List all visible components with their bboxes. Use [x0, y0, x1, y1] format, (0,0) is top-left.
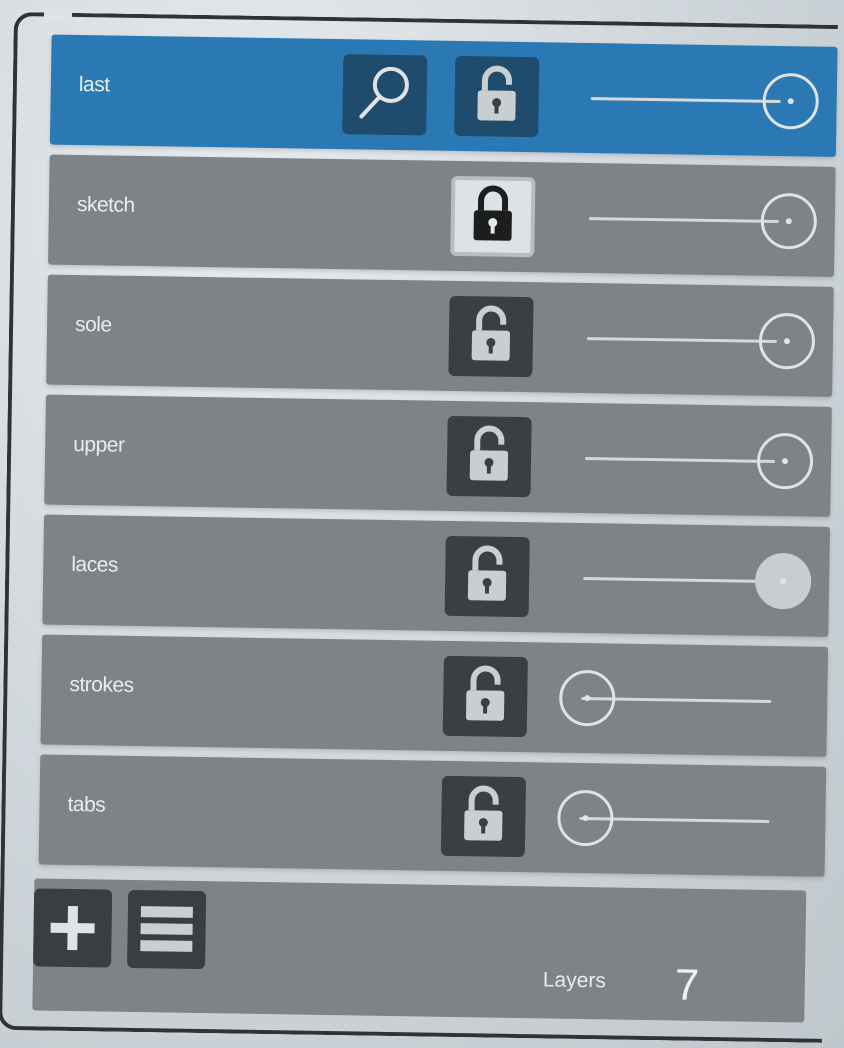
layers-panel: last sketch sole upper laces strokes tabs Laye…	[0, 8, 844, 1048]
slider-knob-center	[781, 458, 789, 465]
lock-toggle-button[interactable]	[444, 535, 530, 618]
lock-open-icon	[459, 542, 516, 612]
layer-row-tabs[interactable]: tabs	[38, 754, 827, 877]
layer-row-upper[interactable]: upper	[44, 394, 832, 517]
layer-name: sketch	[76, 193, 135, 217]
lock-toggle-button[interactable]	[454, 55, 540, 138]
lock-closed-icon	[464, 182, 521, 252]
lock-open-icon	[462, 302, 519, 372]
app-canvas: last sketch sole upper laces strokes tabs Laye…	[0, 0, 844, 1048]
lock-toggle-button[interactable]	[448, 295, 534, 378]
layer-row-sketch[interactable]: sketch	[48, 154, 836, 277]
opacity-slider-track[interactable]	[586, 337, 777, 344]
layer-name: sole	[74, 312, 112, 337]
slider-knob-center	[785, 218, 792, 225]
lock-open-icon	[457, 662, 514, 732]
plus-icon	[50, 905, 95, 951]
layer-name: last	[78, 73, 110, 97]
lock-toggle-button[interactable]	[442, 655, 528, 738]
layers-menu-button[interactable]	[126, 889, 207, 970]
opacity-slider-track[interactable]	[590, 97, 781, 104]
slider-knob-center	[582, 815, 589, 822]
lock-toggle-button[interactable]	[440, 775, 527, 858]
layer-name: strokes	[69, 672, 134, 697]
layers-footer: Layers 7	[32, 878, 807, 1023]
search-button[interactable]	[342, 54, 428, 136]
opacity-slider-track[interactable]	[585, 457, 776, 464]
opacity-slider-track[interactable]	[583, 577, 774, 583]
slider-knob-center	[780, 578, 787, 585]
opacity-slider-track[interactable]	[588, 217, 779, 224]
lock-open-icon	[468, 62, 525, 132]
add-layer-button[interactable]	[33, 888, 113, 968]
layer-row-laces[interactable]: laces	[42, 514, 831, 637]
lock-toggle-button[interactable]	[446, 415, 532, 498]
layer-row-strokes[interactable]: strokes	[40, 634, 829, 757]
layers-label: Layers	[542, 968, 607, 993]
layer-row-last[interactable]: last	[49, 34, 838, 157]
search-icon	[352, 60, 417, 130]
layer-name: upper	[73, 432, 125, 457]
layer-name: laces	[71, 552, 119, 577]
layers-menu-icon	[140, 906, 193, 952]
lock-toggle-button[interactable]	[450, 175, 536, 258]
layer-name: tabs	[67, 792, 106, 817]
slider-knob-center	[787, 98, 794, 105]
slider-knob-center	[783, 338, 790, 345]
slider-knob-center	[584, 695, 591, 702]
layer-row-sole[interactable]: sole	[46, 274, 834, 397]
lock-open-icon	[461, 422, 518, 492]
lock-open-icon	[455, 782, 512, 852]
layers-count: 7	[674, 960, 700, 1010]
